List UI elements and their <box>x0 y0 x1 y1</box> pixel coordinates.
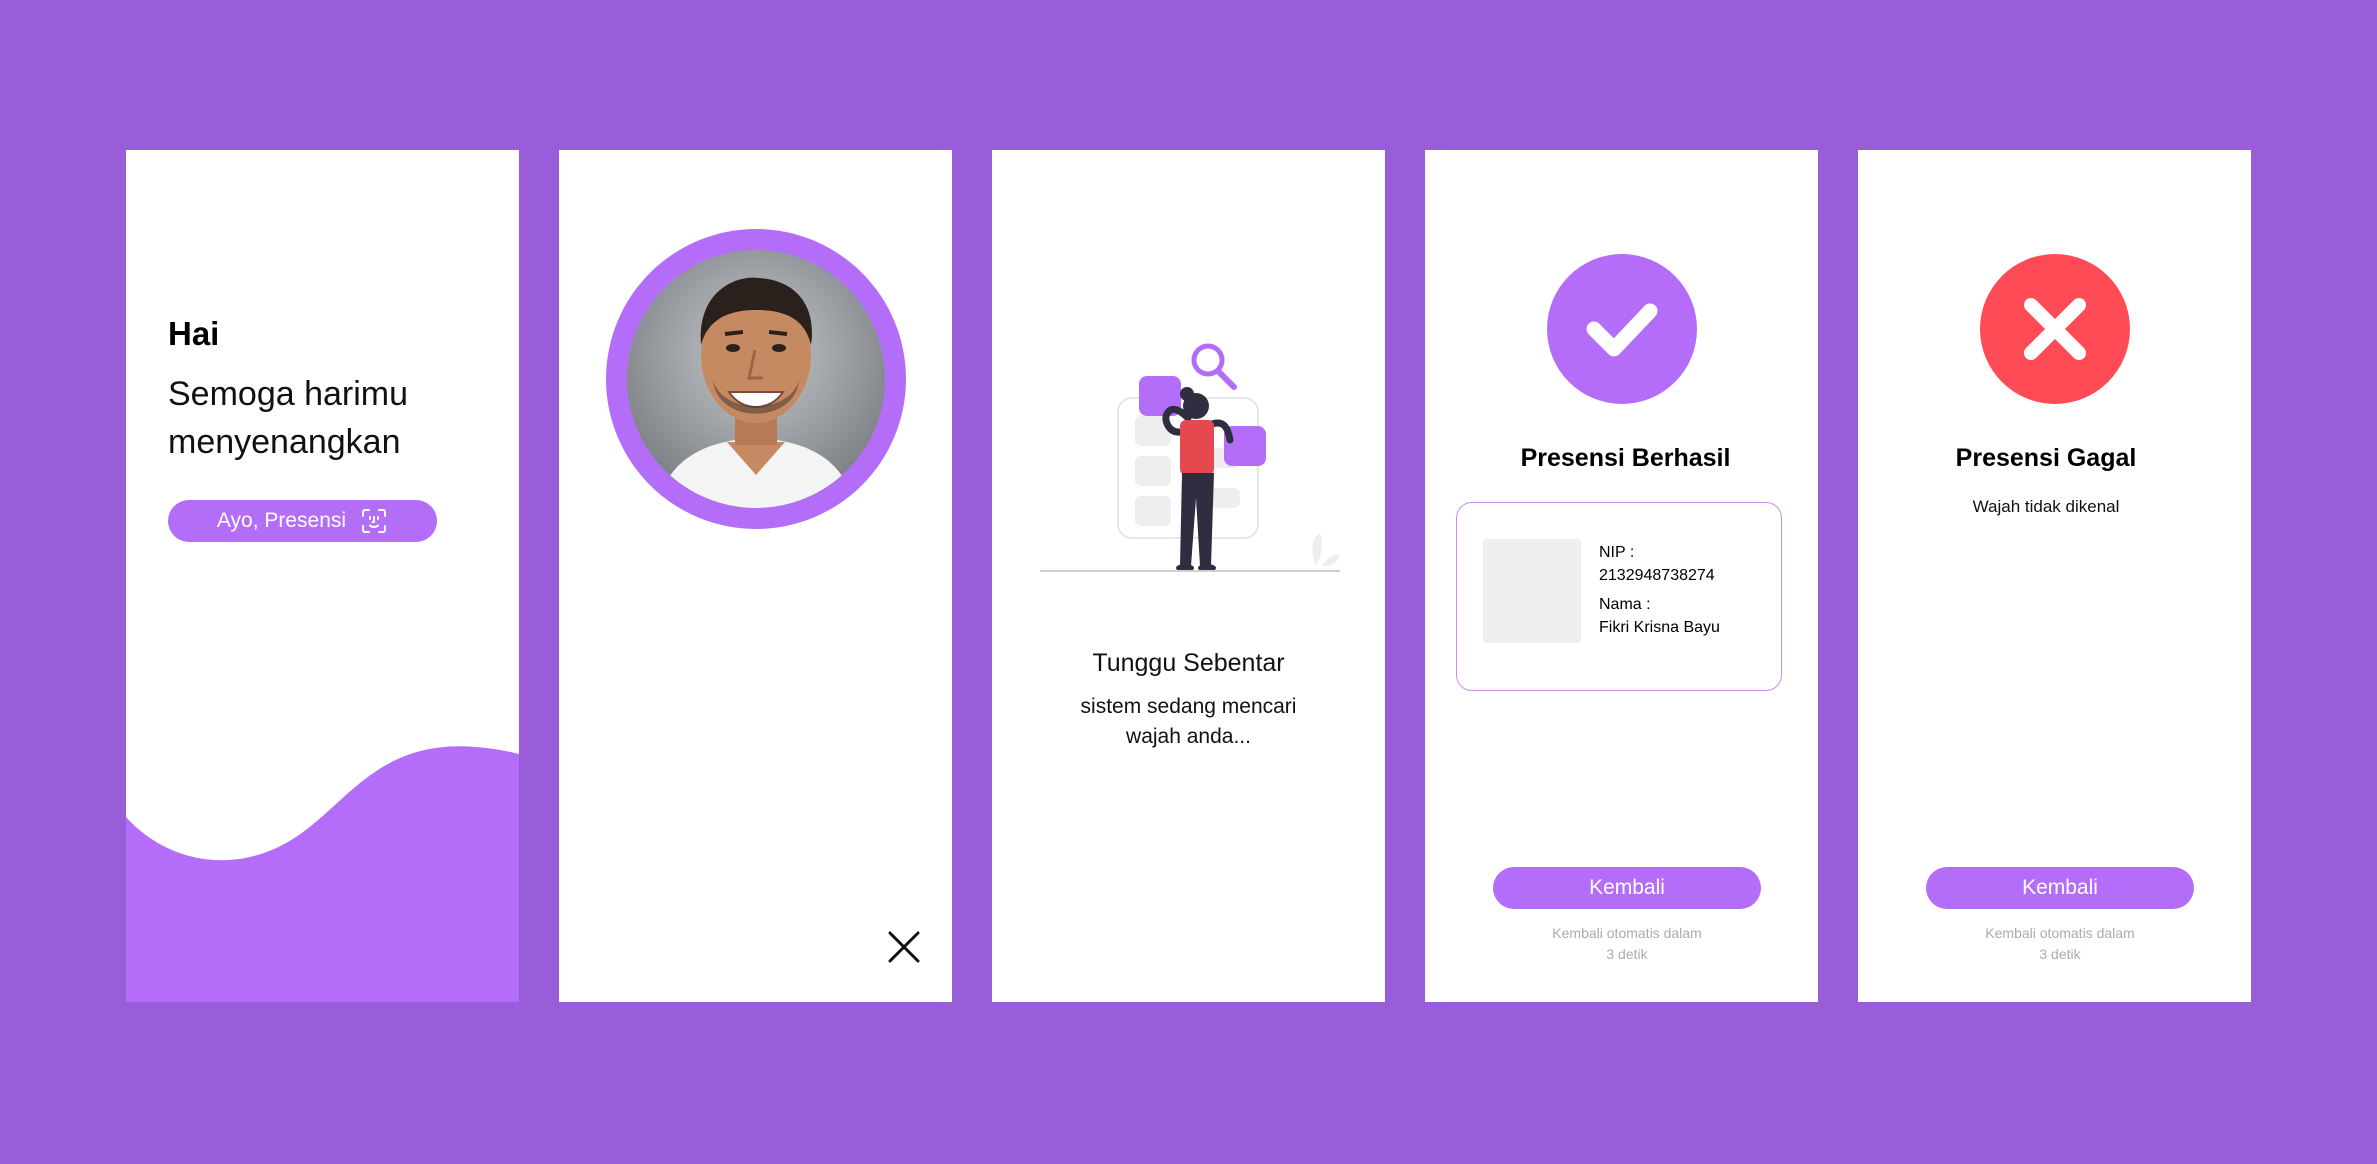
employee-photo-placeholder <box>1483 539 1581 643</box>
loading-title: Tunggu Sebentar <box>1092 649 1285 677</box>
auto-return-note-line2: 3 detik <box>2039 946 2081 962</box>
greeting-heading: Hai <box>168 315 220 352</box>
employee-card: NIP : 2132948738274 Nama : Fikri Krisna … <box>1456 502 1782 691</box>
nip-value: 2132948738274 <box>1599 567 1715 584</box>
success-badge <box>1547 254 1697 404</box>
greeting-message: Semoga harimu menyenangkan <box>168 370 488 466</box>
camera-screen <box>559 150 952 1002</box>
welcome-screen: Hai Semoga harimu menyenangkan Ayo, Pres… <box>126 150 519 1002</box>
success-screen: Presensi Berhasil NIP : 2132948738274 Na… <box>1425 150 1818 1002</box>
loading-description: sistem sedang mencari wajah anda... <box>992 692 1385 752</box>
auto-return-note-line2: 3 detik <box>1606 946 1648 962</box>
auto-return-note-line1: Kembali otomatis dalam <box>1552 925 1702 941</box>
nip-label: NIP : <box>1599 544 1635 561</box>
name-label: Nama : <box>1599 596 1651 613</box>
face-frame <box>606 229 906 529</box>
person-search-illustration <box>1040 343 1340 572</box>
greeting-message-line2: menyenangkan <box>168 423 401 461</box>
check-icon <box>1586 303 1658 357</box>
back-button[interactable]: Kembali <box>1926 867 2194 909</box>
auto-return-note: Kembali otomatis dalam 3 detik <box>1425 923 1818 965</box>
decorative-wave <box>126 746 519 1002</box>
auto-return-note: Kembali otomatis dalam 3 detik <box>1858 923 2251 965</box>
loading-description-line1: sistem sedang mencari <box>1080 695 1297 718</box>
x-icon <box>2024 298 2086 360</box>
back-button[interactable]: Kembali <box>1493 867 1761 909</box>
failed-title: Presensi Gagal <box>1955 444 2137 472</box>
failed-badge <box>1980 254 2130 404</box>
failed-message: Wajah tidak dikenal <box>1972 497 2120 516</box>
employee-info: NIP : 2132948738274 Nama : Fikri Krisna … <box>1599 541 1720 639</box>
start-attendance-button[interactable]: Ayo, Presensi <box>168 500 437 542</box>
greeting-message-line1: Semoga harimu <box>168 375 409 413</box>
face-scan-icon <box>362 509 387 533</box>
face-photo <box>627 250 885 508</box>
start-attendance-label: Ayo, Presensi <box>216 509 347 532</box>
loading-screen: Tunggu Sebentar sistem sedang mencari wa… <box>992 150 1385 1002</box>
close-icon[interactable] <box>886 929 922 965</box>
failed-screen: Presensi Gagal Wajah tidak dikenal Kemba… <box>1858 150 2251 1002</box>
loading-description-line2: wajah anda... <box>1126 725 1251 748</box>
name-value: Fikri Krisna Bayu <box>1599 619 1720 636</box>
success-title: Presensi Berhasil <box>1520 444 1731 472</box>
auto-return-note-line1: Kembali otomatis dalam <box>1985 925 2135 941</box>
